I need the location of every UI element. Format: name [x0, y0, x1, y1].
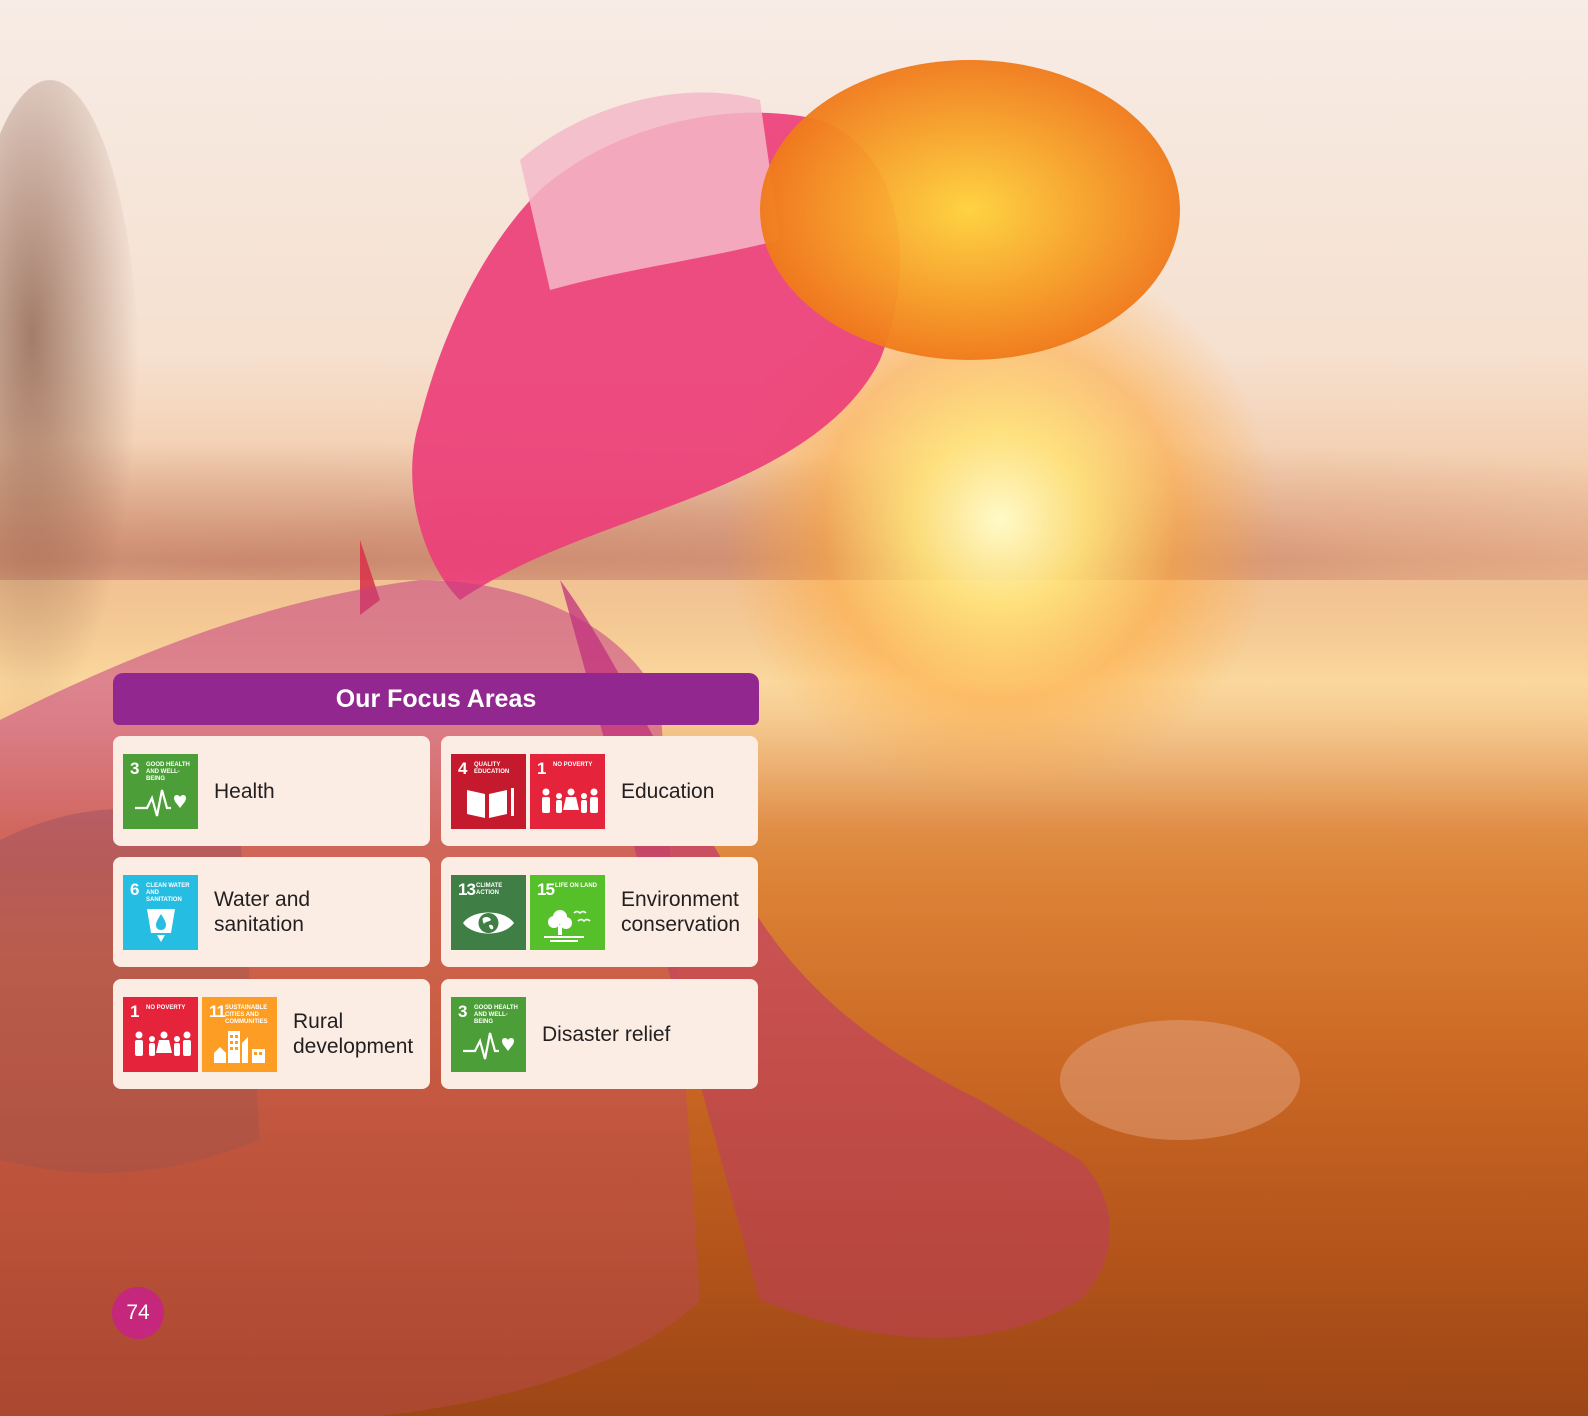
page: Our Focus Areas 3 GOOD HEALTH AND WELL-B… [0, 0, 1588, 1416]
focus-card-environment-conservation: 13 CLIMATE ACTION 15 LIFE ON LAND Enviro… [441, 857, 758, 967]
focus-label: Disaster relief [542, 1022, 671, 1046]
sdg-3-icon: 3 GOOD HEALTH AND WELL-BEING [451, 996, 526, 1072]
sdg-4-icon: 4 QUALITY EDUCATION [451, 753, 526, 829]
focus-card-rural-development: 1 NO POVERTY 11 SUSTAINABLE CITIES AND C… [113, 979, 430, 1089]
focus-label: Water and sanitation [214, 888, 311, 936]
focus-card-disaster-relief: 3 GOOD HEALTH AND WELL-BEING Disaster re… [441, 979, 758, 1089]
book-icon [467, 787, 514, 818]
sdg-1-icon: 1 NO POVERTY [123, 996, 198, 1072]
focus-label: Environment conservation [621, 888, 741, 936]
focus-card-education: 4 QUALITY EDUCATION 1 NO POVERTY Educati… [441, 736, 758, 846]
heartbeat-icon [135, 789, 186, 816]
sdg-3-icon: 3 GOOD HEALTH AND WELL-BEING [123, 753, 198, 829]
focus-card-health: 3 GOOD HEALTH AND WELL-BEING Health [113, 736, 430, 846]
family-icon [542, 788, 598, 813]
panel-title: Our Focus Areas [113, 673, 759, 725]
sdg-11-icon: 11 SUSTAINABLE CITIES AND COMMUNITIES [202, 996, 277, 1072]
sdg-15-icon: 15 LIFE ON LAND [530, 874, 605, 950]
sdg-6-icon: 6 CLEAN WATER AND SANITATION [123, 874, 198, 950]
focus-card-water-sanitation: 6 CLEAN WATER AND SANITATION Water and s… [113, 857, 430, 967]
family-icon [135, 1031, 191, 1056]
water-glass-icon [147, 908, 175, 942]
city-icon [214, 1030, 265, 1063]
sdg-1-icon: 1 NO POVERTY [530, 753, 605, 829]
focus-label: Health [214, 779, 275, 803]
focus-areas-panel: Our Focus Areas 3 GOOD HEALTH AND WELL-B… [113, 673, 759, 1089]
focus-label: Rural development [293, 1010, 414, 1058]
heartbeat-icon [463, 1032, 514, 1059]
sdg-13-icon: 13 CLIMATE ACTION [451, 874, 526, 950]
focus-label: Education [621, 779, 715, 803]
tree-bird-icon [544, 909, 591, 942]
eye-globe-icon [463, 912, 514, 933]
page-number-badge: 74 [112, 1287, 164, 1339]
